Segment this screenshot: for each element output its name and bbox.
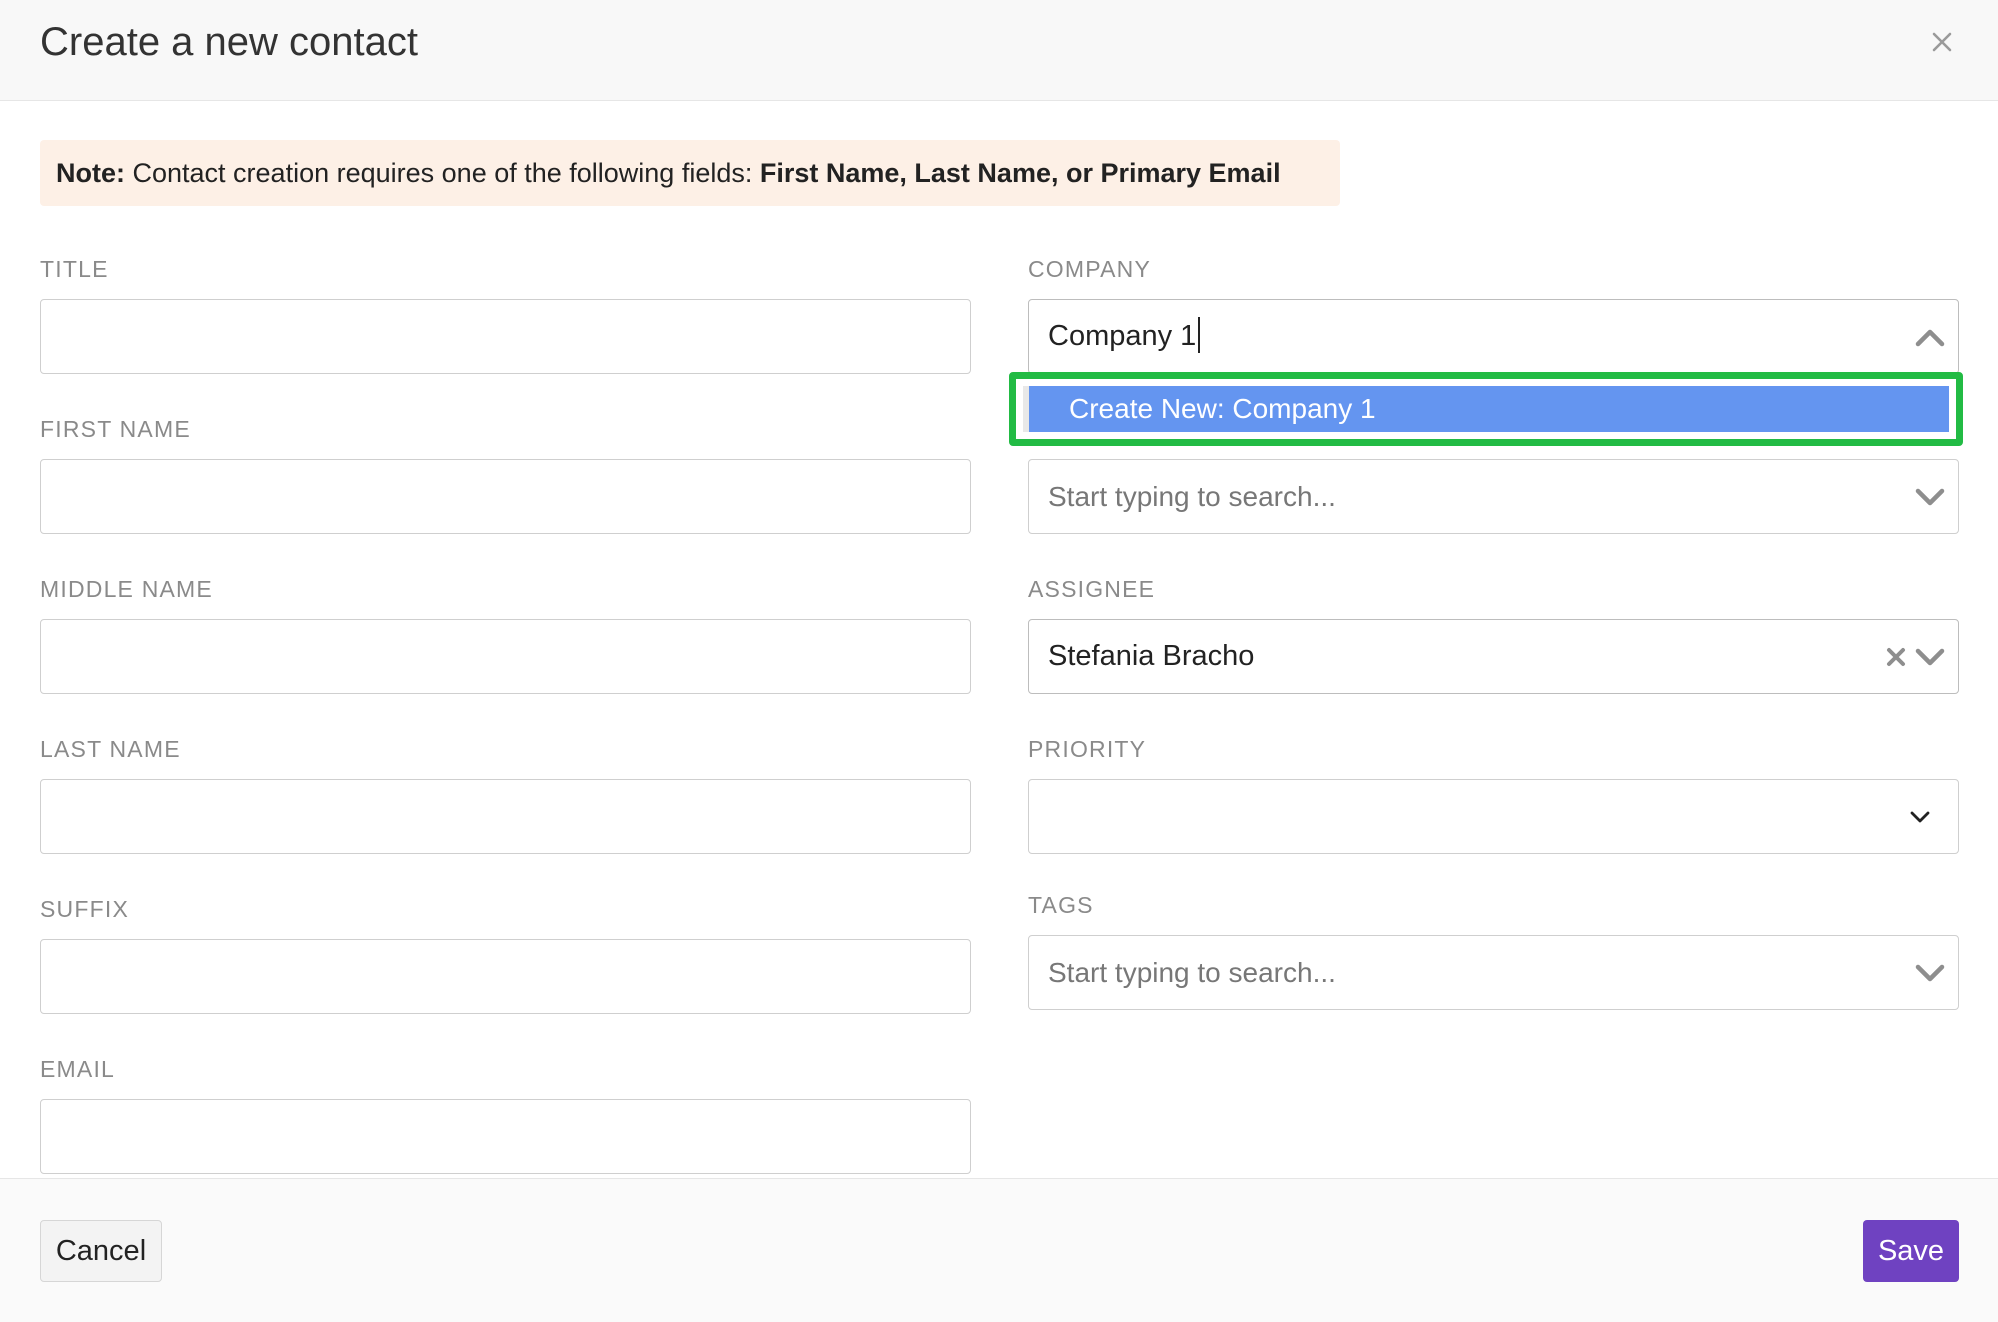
last-name-label: LAST NAME [40, 736, 181, 762]
note-banner: Note: Contact creation requires one of t… [40, 140, 1340, 206]
assignee-value: Stefania Bracho [1048, 640, 1255, 672]
tags-placeholder: Start typing to search... [1048, 957, 1336, 988]
secondary-search-placeholder: Start typing to search... [1048, 481, 1336, 512]
company-input[interactable]: Company 1 [1028, 299, 1959, 374]
last-name-input[interactable] [40, 779, 971, 854]
modal-title: Create a new contact [40, 20, 418, 64]
assignee-toggle[interactable] [1915, 642, 1945, 672]
company-input-text: Company 1 [1048, 320, 1197, 352]
note-prefix: Note: [56, 158, 125, 188]
create-new-company-option[interactable]: Create New: Company 1 [1023, 386, 1949, 432]
close-icon [1932, 32, 1952, 52]
chevron-down-icon [1910, 811, 1930, 823]
assignee-label: ASSIGNEE [1028, 576, 1156, 602]
chevron-down-icon [1915, 964, 1945, 982]
company-input-value: Company 1 [1048, 300, 1201, 373]
middle-name-label: MIDDLE NAME [40, 576, 213, 602]
modal-header: Create a new contact [0, 0, 1998, 101]
assignee-select[interactable]: Stefania Bracho [1028, 619, 1959, 694]
tags-label: TAGS [1028, 892, 1094, 918]
tags-toggle[interactable] [1915, 958, 1945, 988]
first-name-label: FIRST NAME [40, 416, 191, 442]
title-input[interactable] [40, 299, 971, 374]
create-contact-modal: Create a new contact Note: Contact creat… [0, 0, 1998, 1322]
tags-select[interactable]: Start typing to search... [1028, 935, 1959, 1010]
first-name-input[interactable] [40, 459, 971, 534]
email-input[interactable] [40, 1099, 971, 1174]
note-required-fields: First Name, Last Name, or Primary Email [759, 158, 1281, 188]
priority-toggle[interactable] [1905, 802, 1935, 832]
secondary-search-select[interactable]: Start typing to search... [1028, 459, 1959, 534]
text-caret [1198, 317, 1201, 354]
suffix-input[interactable] [40, 939, 971, 1014]
chevron-down-icon [1915, 648, 1945, 666]
save-button[interactable]: Save [1863, 1220, 1959, 1282]
chevron-up-icon [1915, 329, 1945, 347]
priority-select[interactable] [1028, 779, 1959, 854]
email-label: EMAIL [40, 1056, 116, 1082]
close-button[interactable] [1924, 24, 1960, 60]
modal-footer [0, 1179, 1998, 1322]
middle-name-input[interactable] [40, 619, 971, 694]
title-label: TITLE [40, 256, 109, 282]
suffix-label: SUFFIX [40, 896, 129, 922]
assignee-clear-button[interactable] [1881, 642, 1911, 672]
note-text: Contact creation requires one of the fol… [125, 158, 760, 188]
secondary-search-toggle[interactable] [1915, 482, 1945, 512]
cancel-button[interactable]: Cancel [40, 1220, 162, 1282]
priority-label: PRIORITY [1028, 736, 1147, 762]
chevron-down-icon [1915, 488, 1945, 506]
company-toggle[interactable] [1915, 322, 1945, 352]
company-label: COMPANY [1028, 256, 1151, 282]
clear-icon [1887, 648, 1905, 666]
